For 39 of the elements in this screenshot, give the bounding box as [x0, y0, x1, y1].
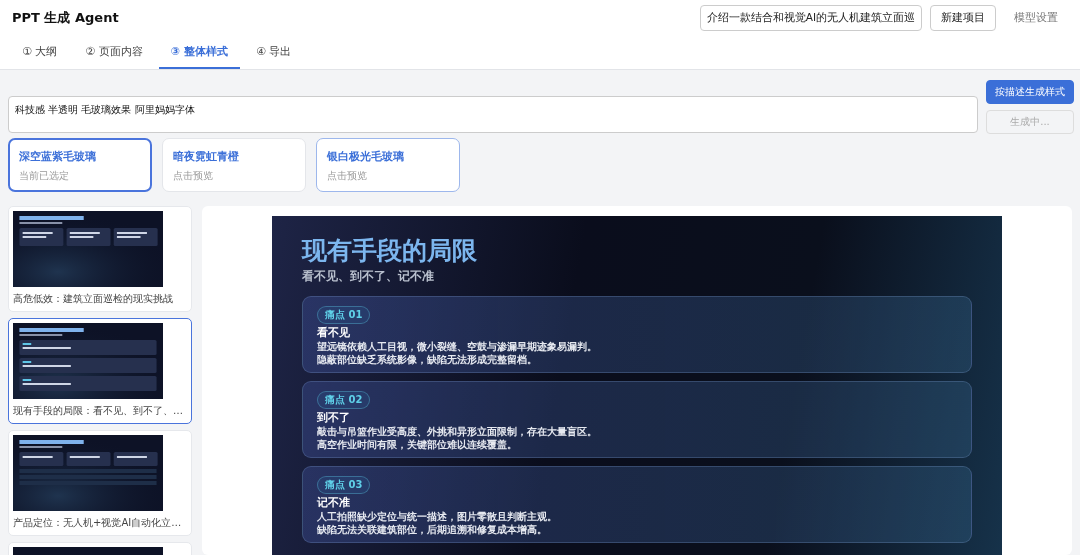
pain-point-text: 望远镜依赖人工目视，微小裂缝、空鼓与渗漏早期迹象易漏判。: [317, 340, 598, 353]
pain-point-text: 隐蔽部位缺乏系统影像，缺陷无法形成完整留档。: [317, 353, 538, 366]
pain-point-badge: 痛点 03: [317, 476, 371, 494]
new-project-button[interactable]: 新建项目: [930, 4, 996, 31]
pain-point-text: 高空作业时间有限，关键部位难以连续覆盖。: [317, 438, 518, 451]
style-note: 当前已选定: [19, 169, 70, 183]
pain-point-heading: 看不见: [317, 326, 351, 340]
slide-thumbnail[interactable]: 高危低效：建筑立面巡检的现实挑战: [8, 206, 192, 312]
topic-field[interactable]: 介绍一款结合和视觉AI的无人机建筑立面巡: [699, 4, 922, 31]
thumbnail-caption: 现有手段的局限：看不见、到不了、…: [13, 404, 183, 417]
generate-style-button[interactable]: 按描述生成样式: [986, 80, 1074, 104]
style-name: 暗夜霓虹青橙: [173, 150, 240, 164]
tab[interactable]: ① 大纲: [10, 35, 70, 69]
style-note: 点击预览: [173, 169, 214, 183]
pain-point-heading: 记不准: [317, 496, 351, 510]
style-option-card[interactable]: 银白极光毛玻璃 点击预览: [316, 138, 460, 192]
tab[interactable]: ④ 导出: [243, 35, 304, 69]
style-option-card[interactable]: 暗夜霓虹青橙 点击预览: [162, 138, 306, 192]
slide-subtitle: 看不见、到不了、记不准: [302, 269, 435, 284]
pain-point-text: 敲击与吊篮作业受高度、外挑和异形立面限制，存在大量盲区。: [317, 425, 598, 438]
style-note: 点击预览: [327, 169, 368, 183]
style-name: 深空蓝紫毛玻璃: [19, 150, 97, 164]
app-title: PPT 生成 Agent: [12, 8, 120, 27]
slide-thumbnail[interactable]: 现有手段的局限：看不见、到不了、…: [8, 318, 192, 424]
thumbnail-caption: 产品定位：无人机+视觉AI自动化立…: [13, 516, 182, 529]
style-prompt-field[interactable]: 科技感 半透明 毛玻璃效果 阿里妈妈字体: [8, 96, 978, 133]
tab[interactable]: ③ 整体样式: [158, 35, 240, 69]
pain-point-heading: 到不了: [317, 411, 351, 425]
pain-point-text: 人工拍照缺少定位与统一描述，图片零散且判断主观。: [317, 510, 558, 523]
style-option-card[interactable]: 深空蓝紫毛玻璃 当前已选定: [8, 138, 152, 192]
slide-title: 现有手段的局限: [302, 236, 478, 266]
style-name: 银白极光毛玻璃: [327, 150, 405, 164]
pain-point-text: 缺陷无法关联建筑部位，后期追溯和修复成本增高。: [317, 523, 548, 536]
slide-thumbnail[interactable]: 产品定位：无人机+视觉AI自动化立…: [8, 430, 192, 536]
thumbnail-caption: 高危低效：建筑立面巡检的现实挑战: [13, 292, 173, 305]
pain-point-badge: 痛点 01: [317, 306, 371, 324]
pain-point-badge: 痛点 02: [317, 391, 371, 409]
tab[interactable]: ② 页面内容: [73, 35, 155, 69]
model-settings-button[interactable]: 模型设置: [1004, 5, 1068, 30]
